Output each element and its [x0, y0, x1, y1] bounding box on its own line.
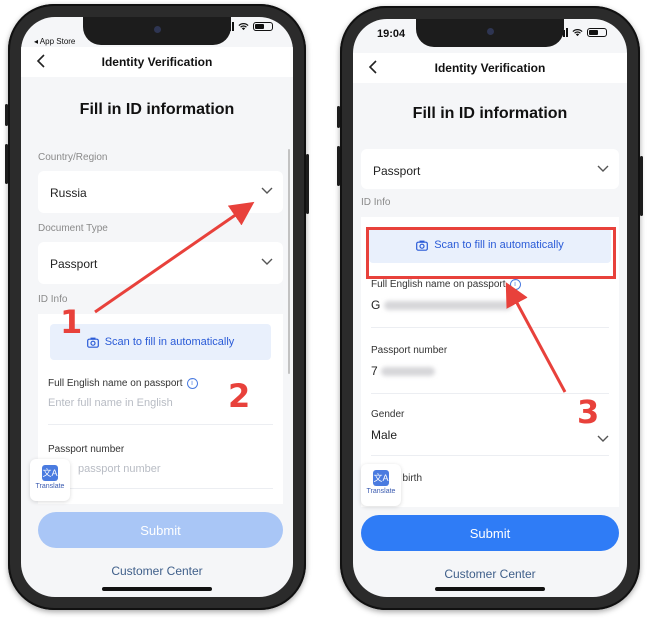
battery-icon	[587, 28, 607, 37]
step-2-label: 2	[228, 377, 251, 415]
translate-widget[interactable]: 文A Translate	[30, 459, 70, 501]
form-content: Fill in ID information Passport ID Info …	[353, 83, 627, 597]
chevron-down-icon	[597, 435, 609, 442]
country-label: Country/Region	[38, 152, 108, 163]
home-indicator[interactable]	[102, 587, 212, 591]
redacted-value	[381, 367, 436, 377]
wifi-icon	[572, 29, 583, 37]
step-3-label: 3	[577, 393, 600, 431]
gender-value: Male	[371, 428, 398, 442]
gender-field-row[interactable]: Gender Male	[371, 409, 609, 456]
redacted-value	[383, 301, 512, 311]
notch	[416, 19, 564, 47]
document-type-value: Passport	[373, 164, 421, 178]
name-field-row: Full English name on passport i G	[371, 279, 609, 328]
home-indicator[interactable]	[435, 587, 545, 591]
full-name-input[interactable]: G	[371, 298, 609, 312]
notch	[83, 17, 231, 45]
document-type-select[interactable]: Passport	[361, 149, 619, 189]
passport-field-row: Passport number 7	[371, 345, 609, 394]
document-type-label: Document Type	[38, 223, 108, 234]
nav-title: Identity Verification	[101, 55, 213, 69]
passport-number-input[interactable]: 7	[371, 364, 609, 378]
nav-bar: Identity Verification	[353, 53, 627, 83]
country-select[interactable]: Russia	[38, 171, 283, 213]
passport-number-input[interactable]: passport number	[48, 463, 273, 475]
translate-label: Translate	[366, 488, 396, 495]
chevron-down-icon	[261, 187, 273, 194]
back-to-app-store[interactable]: ◂ App Store	[34, 37, 75, 46]
nav-title: Identity Verification	[434, 61, 546, 75]
info-icon[interactable]: i	[186, 378, 198, 389]
passport-label: Passport number	[371, 345, 448, 356]
country-value: Russia	[50, 186, 87, 200]
scrollbar[interactable]	[288, 149, 290, 374]
gender-label: Gender	[371, 409, 405, 420]
document-type-select[interactable]: Passport	[38, 242, 283, 284]
dob-field-row: f birth	[371, 473, 609, 497]
page-heading: Fill in ID information	[412, 105, 568, 122]
submit-button[interactable]: Submit	[38, 512, 283, 548]
translate-widget[interactable]: 文A Translate	[361, 464, 401, 506]
customer-center-link[interactable]: Customer Center	[21, 564, 293, 578]
passport-field-row: Passport number passport number	[48, 444, 273, 489]
name-label: Full English name on passport	[371, 279, 506, 290]
right-screen: 19:04 Identity Verification Fill in ID i…	[353, 19, 627, 597]
left-phone: ◂ App Store Identity Verification Fill i…	[5, 4, 309, 610]
customer-center-link[interactable]: Customer Center	[353, 567, 627, 581]
id-info-label: ID Info	[361, 197, 391, 208]
page-heading: Fill in ID information	[79, 101, 235, 118]
scan-to-fill-button[interactable]: Scan to fill in automatically	[50, 324, 271, 360]
document-type-value: Passport	[50, 257, 98, 271]
wifi-icon	[238, 23, 249, 31]
translate-icon: 文A	[42, 465, 58, 481]
translate-icon: 文A	[373, 470, 389, 486]
battery-icon	[253, 22, 273, 31]
passport-label: Passport number	[48, 444, 125, 455]
chevron-down-icon	[261, 258, 273, 265]
step-1-label: 1	[60, 303, 83, 341]
info-icon[interactable]: i	[509, 279, 521, 290]
chevron-down-icon	[597, 165, 609, 172]
status-time: 19:04	[377, 28, 406, 40]
nav-bar: Identity Verification	[21, 47, 293, 77]
highlight-box	[366, 227, 616, 279]
right-phone: 19:04 Identity Verification Fill in ID i…	[337, 6, 643, 610]
camera-icon	[86, 337, 99, 348]
submit-button[interactable]: Submit	[361, 515, 619, 551]
scan-label: Scan to fill in automatically	[104, 336, 235, 348]
translate-label: Translate	[35, 483, 65, 490]
name-label: Full English name on passport	[48, 378, 183, 389]
